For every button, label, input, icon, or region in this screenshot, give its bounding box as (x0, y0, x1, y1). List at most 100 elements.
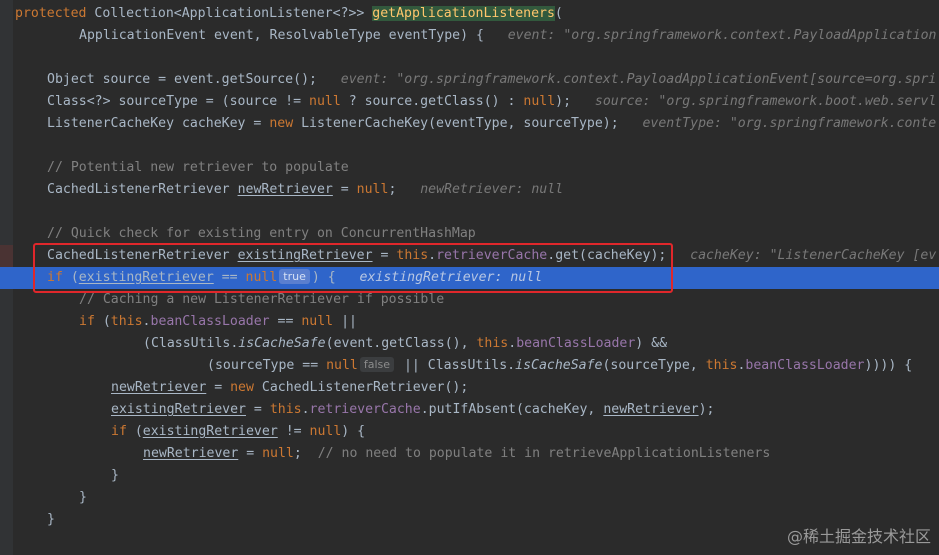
code-text: // Potential new retriever to populate (47, 157, 349, 179)
code-token: = (332, 182, 357, 197)
code-line[interactable]: (ClassUtils.isCacheSafe(event.getClass()… (0, 333, 939, 355)
code-token: this (476, 336, 509, 351)
code-line[interactable]: Class<?> sourceType = (source != null ? … (0, 91, 939, 113)
code-token: retrieverCache (309, 402, 421, 417)
code-line[interactable]: if (this.beanClassLoader == null || (0, 311, 939, 333)
code-token: ; (293, 446, 318, 461)
code-token: newRetriever (237, 182, 333, 197)
code-line[interactable]: } (0, 487, 939, 509)
debug-inline-value: event: "org.springframework.context.Payl… (332, 72, 937, 87)
code-editor[interactable]: protected Collection<ApplicationListener… (0, 0, 939, 555)
code-line[interactable]: protected Collection<ApplicationListener… (0, 3, 939, 25)
code-token: Collection<ApplicationListener<?>> (94, 6, 373, 21)
code-text: if (this.beanClassLoader == null || (79, 311, 357, 333)
code-line[interactable]: } (0, 465, 939, 487)
code-token: beanClassLoader (150, 314, 270, 329)
code-line[interactable]: // Potential new retriever to populate (0, 157, 939, 179)
code-token: ); (555, 94, 587, 109)
code-token: null (262, 446, 294, 461)
code-token: ListenerCacheKey(eventType, sourceType); (293, 116, 635, 131)
code-line[interactable]: ApplicationEvent event, ResolvableType e… (0, 25, 939, 47)
code-token: (sourceType, (602, 358, 706, 373)
code-token: } (111, 468, 119, 483)
code-token: ( (126, 424, 143, 439)
code-text: (ClassUtils.isCacheSafe(event.getClass()… (143, 333, 667, 355)
code-text: CachedListenerRetriever existingRetrieve… (47, 245, 936, 267)
code-text: existingRetriever = this.retrieverCache.… (111, 399, 714, 421)
code-text: (sourceType == null false || ClassUtils.i… (207, 355, 912, 377)
code-token: null (523, 94, 556, 109)
debug-inline-value: eventType: "org.springframework.conte (634, 116, 937, 131)
code-token: = (372, 248, 397, 263)
code-token: (sourceType == (207, 358, 327, 373)
code-token: protected (15, 6, 95, 21)
code-token: ( (94, 314, 111, 329)
code-text: } (79, 487, 87, 509)
code-token: . (508, 336, 517, 351)
current-execution-line[interactable]: if (existingRetriever == null true) { exi… (0, 267, 939, 289)
code-token: newRetriever (143, 446, 239, 461)
code-token: CachedListenerRetriever (47, 182, 238, 197)
code-text: } (47, 509, 55, 531)
code-line[interactable]: (sourceType == null false || ClassUtils.i… (0, 355, 939, 377)
code-token: null (309, 94, 341, 109)
code-line[interactable]: CachedListenerRetriever newRetriever = n… (0, 179, 939, 201)
code-text: if (existingRetriever != null) { (111, 421, 365, 443)
code-comment: // Caching a new ListenerRetriever if po… (79, 292, 445, 307)
code-line[interactable]: CachedListenerRetriever existingRetrieve… (0, 245, 939, 267)
code-line[interactable]: // Quick check for existing entry on Con… (0, 223, 939, 245)
code-token: . (428, 248, 437, 263)
code-token: == (269, 314, 302, 329)
evaluated-value-inlay: false (359, 357, 395, 372)
code-comment: // Potential new retriever to populate (47, 160, 349, 175)
code-token: ListenerCacheKey cacheKey = (47, 116, 270, 131)
code-token: ( (554, 6, 563, 21)
watermark: @稀土掘金技术社区 (786, 527, 931, 546)
code-token: ) && (635, 336, 668, 351)
code-line[interactable]: newRetriever = null; // no need to popul… (0, 443, 939, 465)
code-text: CachedListenerRetriever newRetriever = n… (47, 179, 563, 201)
code-line[interactable]: Object source = event.getSource(); event… (0, 69, 939, 91)
code-token: this (396, 248, 429, 263)
code-line[interactable]: // Caching a new ListenerRetriever if po… (0, 289, 939, 311)
code-token: (event.getClass(), (325, 336, 477, 351)
code-token: null (326, 358, 358, 373)
code-token: } (47, 512, 55, 527)
code-token: existingRetriever (142, 424, 278, 439)
debug-inline-value: source: "org.springframework.boot.web.se… (586, 94, 937, 109)
code-line[interactable] (0, 47, 939, 69)
code-token: isCacheSafe (238, 336, 326, 351)
code-token: ; (388, 182, 413, 197)
code-token: existingRetriever (111, 402, 246, 417)
code-token: .get(cacheKey); (547, 248, 683, 263)
code-text: // Quick check for existing entry on Con… (47, 223, 476, 245)
code-line[interactable]: existingRetriever = this.retrieverCache.… (0, 399, 939, 421)
code-token: this (705, 358, 738, 373)
code-token: || (333, 314, 357, 329)
code-line[interactable] (0, 135, 939, 157)
debug-inline-value: existingRetriever: null (351, 270, 543, 285)
code-text: // Caching a new ListenerRetriever if po… (79, 289, 444, 311)
code-token: CachedListenerRetriever(); (253, 380, 469, 395)
code-text: Object source = event.getSource(); event… (47, 69, 936, 91)
code-token: || ClassUtils. (396, 358, 516, 373)
code-token: Class<?> sourceType = (source != (47, 94, 310, 109)
code-token: ApplicationEvent event, ResolvableType e… (79, 28, 500, 43)
code-token: CachedListenerRetriever (47, 248, 238, 263)
code-line[interactable]: if (existingRetriever != null) { (0, 421, 939, 443)
code-line[interactable]: newRetriever = new CachedListenerRetriev… (0, 377, 939, 399)
code-token: } (79, 490, 87, 505)
code-line[interactable] (0, 201, 939, 223)
code-text: } (111, 465, 119, 487)
code-token: = (206, 380, 231, 395)
code-token: if (111, 424, 127, 439)
code-token: getApplicationListeners (372, 6, 555, 21)
code-line[interactable]: ListenerCacheKey cacheKey = new Listener… (0, 113, 939, 135)
code-token: existingRetriever (78, 270, 214, 285)
code-token: = (245, 402, 270, 417)
code-token: if (47, 270, 63, 285)
code-token: newRetriever (111, 380, 207, 395)
code-text: Class<?> sourceType = (source != null ? … (47, 91, 936, 113)
code-token: beanClassLoader (745, 358, 865, 373)
code-token: null (356, 182, 389, 197)
